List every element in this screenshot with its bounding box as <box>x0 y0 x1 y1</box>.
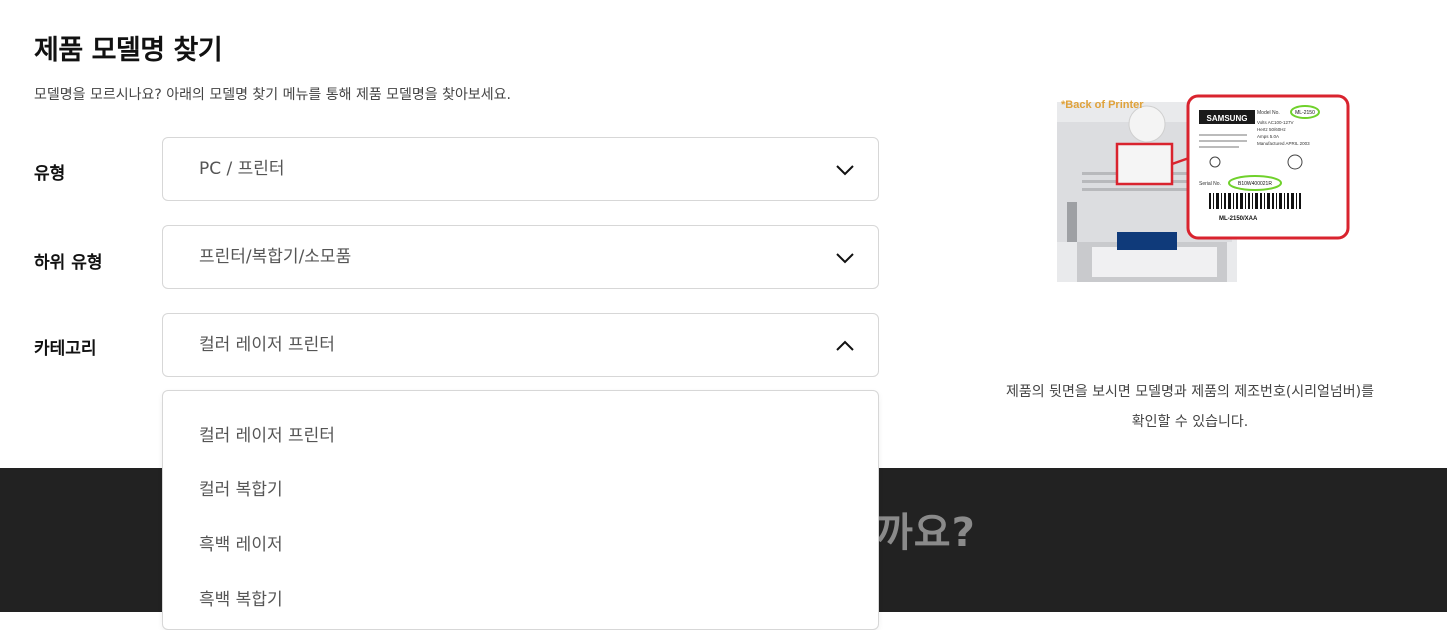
type-select-value: PC / 프린터 <box>199 159 285 179</box>
category-option[interactable]: 흑백 레이저 <box>199 530 283 555</box>
model-field-text: Model No. <box>1257 110 1280 116</box>
chevron-up-icon <box>836 340 854 351</box>
serial-value-text: B10W400021R <box>1238 181 1272 187</box>
back-of-printer-text: *Back of Printer <box>1061 99 1144 111</box>
spec-line: Hertz 50/60Hz <box>1257 127 1287 132</box>
page-subtitle: 모델명을 모르시나요? 아래의 모델명 찾기 메뉴를 통해 제품 모델명을 찾아… <box>34 87 511 103</box>
spec-line: Volts AC100-127V <box>1257 120 1294 125</box>
type-label: 유형 <box>34 164 66 184</box>
guide-caption-line1: 제품의 뒷면을 보시면 모델명과 제품의 제조번호(시리얼넘버)를 <box>1005 384 1375 400</box>
chevron-down-icon <box>836 253 854 264</box>
category-option[interactable]: 컬러 복합기 <box>199 475 283 500</box>
category-select-value: 컬러 레이저 프린터 <box>199 335 335 355</box>
footer-heading: 까요? <box>876 510 976 556</box>
printer-label-guide-image: *Back of Printer SAMSUNG Model No. ML-21… <box>1057 94 1350 282</box>
model-value-text: ML-2150 <box>1295 110 1315 116</box>
spec-line: Manufactured APRIL 2003 <box>1257 141 1310 146</box>
spec-line: Amps 5.0A <box>1257 134 1279 139</box>
brand-text: SAMSUNG <box>1207 114 1248 123</box>
category-dropdown: 컬러 레이저 프린터 컬러 복합기 흑백 레이저 흑백 복합기 <box>162 390 879 630</box>
category-option[interactable]: 컬러 레이저 프린터 <box>199 421 335 446</box>
category-option[interactable]: 흑백 복합기 <box>199 585 283 610</box>
chevron-down-icon <box>836 165 854 176</box>
category-select[interactable]: 컬러 레이저 프린터 <box>162 313 879 377</box>
subtype-label: 하위 유형 <box>34 253 103 273</box>
page-title: 제품 모델명 찾기 <box>34 35 223 66</box>
subtype-select-value: 프린터/복합기/소모품 <box>199 247 352 267</box>
model-code-text: ML-2150/XAA <box>1219 216 1258 222</box>
serial-field-text: Serial No. <box>1199 181 1221 187</box>
subtype-select[interactable]: 프린터/복합기/소모품 <box>162 225 879 289</box>
guide-caption-line2: 확인할 수 있습니다. <box>1131 414 1249 430</box>
type-select[interactable]: PC / 프린터 <box>162 137 879 201</box>
category-label: 카테고리 <box>34 339 97 359</box>
